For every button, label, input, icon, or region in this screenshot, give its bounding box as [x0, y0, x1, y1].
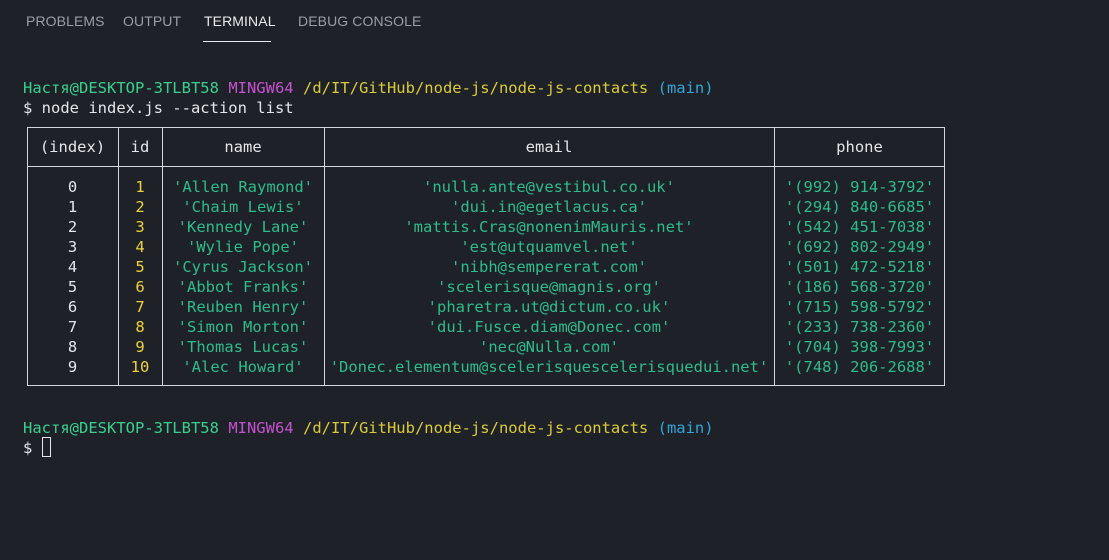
command-line: $ node index.js --action list	[23, 99, 294, 117]
cell-name: 'Simon Morton'	[177, 318, 309, 336]
cell-phone: '(186) 568-3720'	[784, 278, 935, 296]
cell-name: 'Alec Howard'	[182, 358, 304, 376]
cell-phone: '(692) 802-2949'	[784, 238, 935, 256]
prompt-system: MINGW64	[228, 419, 294, 437]
prompt-system: MINGW64	[228, 79, 294, 97]
column-header-id: id	[130, 138, 150, 156]
cell-index: 8	[67, 338, 78, 356]
terminal-cursor[interactable]	[42, 437, 51, 457]
prompt-branch: (main)	[657, 419, 714, 437]
cell-email: 'dui.in@egetlacus.ca'	[451, 198, 647, 216]
column-header-phone: phone	[836, 138, 883, 156]
cell-email: 'est@utquamvel.net'	[460, 238, 638, 256]
prompt-line-2: Настя@DESKTOP-3TLBT58 MINGW64 /d/IT/GitH…	[23, 418, 714, 438]
cell-phone: '(992) 914-3792'	[784, 178, 935, 196]
cell-email: 'pharetra.ut@dictum.co.uk'	[427, 298, 671, 316]
cell-index: 9	[67, 358, 78, 376]
cell-email: 'mattis.Cras@nonenimMauris.net'	[404, 218, 694, 236]
cell-phone: '(748) 206-2688'	[784, 358, 935, 376]
cell-phone: '(542) 451-7038'	[784, 218, 935, 236]
cell-id: 7	[135, 298, 145, 316]
cell-phone: '(233) 738-2360'	[784, 318, 935, 336]
cell-email: 'scelerisque@magnis.org'	[437, 278, 661, 296]
cell-name: 'Wylie Pope'	[187, 238, 299, 256]
cell-email: 'dui.Fusce.diam@Donec.com'	[427, 318, 671, 336]
cell-id: 2	[135, 198, 145, 216]
cell-id: 1	[135, 178, 145, 196]
cell-email: 'nec@Nulla.com'	[479, 338, 619, 356]
cell-name: 'Thomas Lucas'	[177, 338, 309, 356]
terminal-output[interactable]: Настя@DESKTOP-3TLBT58 MINGW64 /d/IT/GitH…	[0, 0, 1109, 560]
column-header-name: name	[224, 138, 262, 156]
cell-index: 2	[67, 218, 78, 236]
cell-phone: '(715) 598-5792'	[784, 298, 935, 316]
cell-id: 8	[135, 318, 145, 336]
cell-index: 1	[67, 198, 78, 216]
prompt-path: /d/IT/GitHub/node-js/node-js-contacts	[302, 419, 649, 437]
table-header-divider	[27, 166, 945, 167]
cell-phone: '(704) 398-7993'	[784, 338, 935, 356]
cell-index: 6	[67, 298, 78, 316]
cell-id: 6	[135, 278, 145, 296]
cell-name: 'Reuben Henry'	[177, 298, 309, 316]
cell-phone: '(501) 472-5218'	[784, 258, 935, 276]
cell-email: 'Donec.elementum@scelerisquescelerisqued…	[329, 358, 769, 376]
cell-id: 10	[130, 358, 150, 376]
cell-name: 'Chaim Lewis'	[182, 198, 304, 216]
cell-index: 0	[67, 178, 78, 196]
cell-email: 'nulla.ante@vestibul.co.uk'	[423, 178, 675, 196]
cell-id: 4	[135, 238, 145, 256]
cell-name: 'Abbot Franks'	[177, 278, 309, 296]
cell-name: 'Allen Raymond'	[173, 178, 313, 196]
cell-index: 4	[67, 258, 78, 276]
prompt-user-host: Настя@DESKTOP-3TLBT58	[23, 79, 219, 97]
cell-index: 3	[67, 238, 78, 256]
column-header-index: (index)	[39, 138, 106, 156]
cell-name: 'Cyrus Jackson'	[173, 258, 313, 276]
prompt-user-host: Настя@DESKTOP-3TLBT58	[23, 419, 219, 437]
column-header-email: email	[525, 138, 573, 156]
cell-id: 3	[135, 218, 145, 236]
prompt-line-1: Настя@DESKTOP-3TLBT58 MINGW64 /d/IT/GitH…	[23, 78, 714, 98]
input-prompt: $	[23, 439, 33, 457]
cell-id: 9	[135, 338, 145, 356]
cell-id: 5	[135, 258, 145, 276]
prompt-branch: (main)	[657, 79, 714, 97]
cell-index: 5	[67, 278, 78, 296]
cell-name: 'Kennedy Lane'	[177, 218, 309, 236]
cell-phone: '(294) 840-6685'	[784, 198, 935, 216]
prompt-path: /d/IT/GitHub/node-js/node-js-contacts	[302, 79, 649, 97]
cell-index: 7	[67, 318, 78, 336]
cell-email: 'nibh@sempererat.com'	[451, 258, 647, 276]
